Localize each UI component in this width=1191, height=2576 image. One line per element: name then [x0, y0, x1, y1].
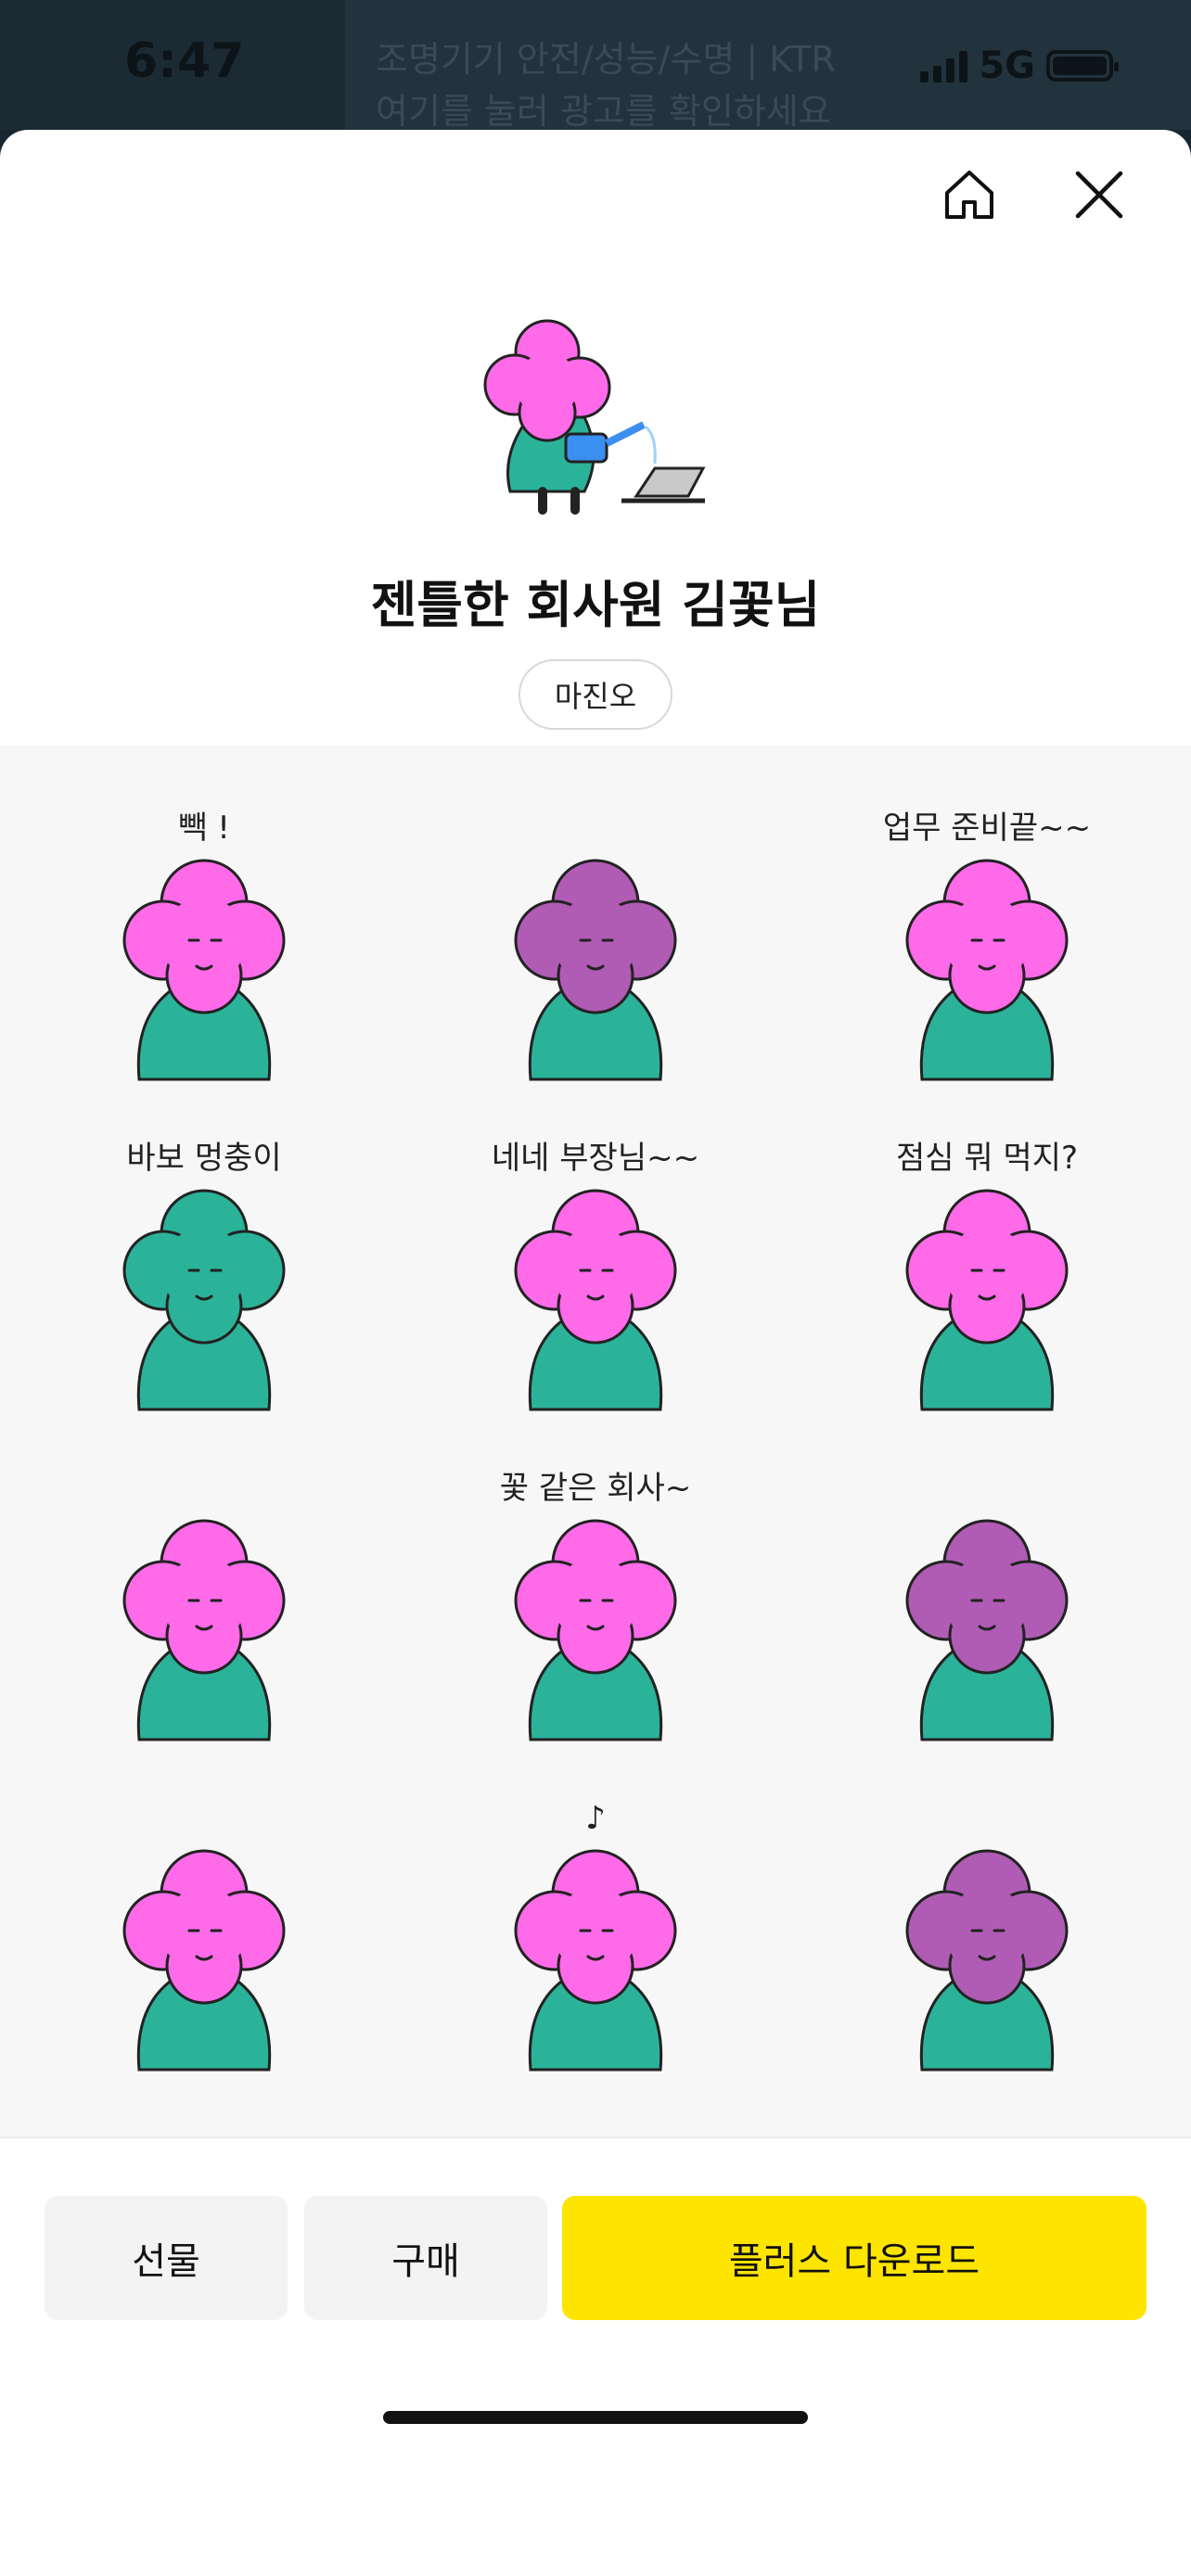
- network-type: 5G: [979, 45, 1035, 87]
- sticker-caption: 꽃 같은 회사~: [500, 1470, 692, 1507]
- battery-icon: [1046, 50, 1119, 82]
- plus-download-button[interactable]: 플러스 다운로드: [562, 2196, 1146, 2320]
- gift-button[interactable]: 선물: [45, 2196, 288, 2320]
- signal-icon: [920, 49, 968, 83]
- sticker-item[interactable]: ♪: [466, 1792, 725, 2079]
- sticker-item[interactable]: 바보 멍충이: [74, 1131, 334, 1419]
- sticker-item[interactable]: 빽 !: [74, 801, 334, 1089]
- ad-banner-text[interactable]: 조명기기 안전/성능/수명 | KTR 여기를 눌러 광고를 확인하세요: [376, 33, 836, 137]
- sticker-item[interactable]: 네네 부장님~~: [466, 1131, 725, 1419]
- sticker-item[interactable]: [857, 1461, 1117, 1749]
- sticker-preview-image: [483, 319, 706, 515]
- sticker-item[interactable]: [857, 1792, 1117, 2079]
- home-indicator: [383, 2411, 808, 2424]
- sticker-caption: 바보 멍충이: [126, 1140, 281, 1177]
- sticker-item[interactable]: [466, 801, 725, 1089]
- author-chip[interactable]: 마진오: [519, 659, 672, 730]
- status-time: 6:47: [124, 33, 245, 89]
- sticker-caption: 점심 뭐 먹지?: [896, 1140, 1078, 1177]
- status-bar: 조명기기 안전/성능/수명 | KTR 여기를 눌러 광고를 확인하세요 6:4…: [0, 0, 1191, 132]
- sticker-item[interactable]: 업무 준비끝~~: [857, 801, 1117, 1089]
- close-icon: [1075, 171, 1123, 219]
- buy-button[interactable]: 구매: [304, 2196, 547, 2320]
- close-button[interactable]: [1062, 158, 1136, 232]
- sticker-item[interactable]: 꽃 같은 회사~: [466, 1461, 725, 1749]
- sticker-item[interactable]: [74, 1461, 334, 1749]
- home-icon: [945, 171, 993, 219]
- sticker-grid: 빽 ! 업무 준비끝~~ 바보 멍충이 네네 부장님~~ 점심 뭐 먹지? 꽃 …: [0, 746, 1191, 2266]
- sticker-title: 젠틀한 회사원 김꽃님: [370, 576, 821, 634]
- sticker-caption: ♪: [585, 1800, 606, 1837]
- sticker-item[interactable]: [74, 1792, 334, 2079]
- sticker-caption: 빽 !: [178, 810, 230, 847]
- bottom-action-bar: 선물 구매 플러스 다운로드: [0, 2136, 1191, 2448]
- home-button[interactable]: [932, 158, 1006, 232]
- sticker-item[interactable]: 점심 뭐 먹지?: [857, 1131, 1117, 1419]
- sticker-caption: 네네 부장님~~: [492, 1140, 699, 1177]
- sticker-caption: 업무 준비끝~~: [883, 810, 1091, 847]
- status-indicators: 5G: [920, 45, 1119, 87]
